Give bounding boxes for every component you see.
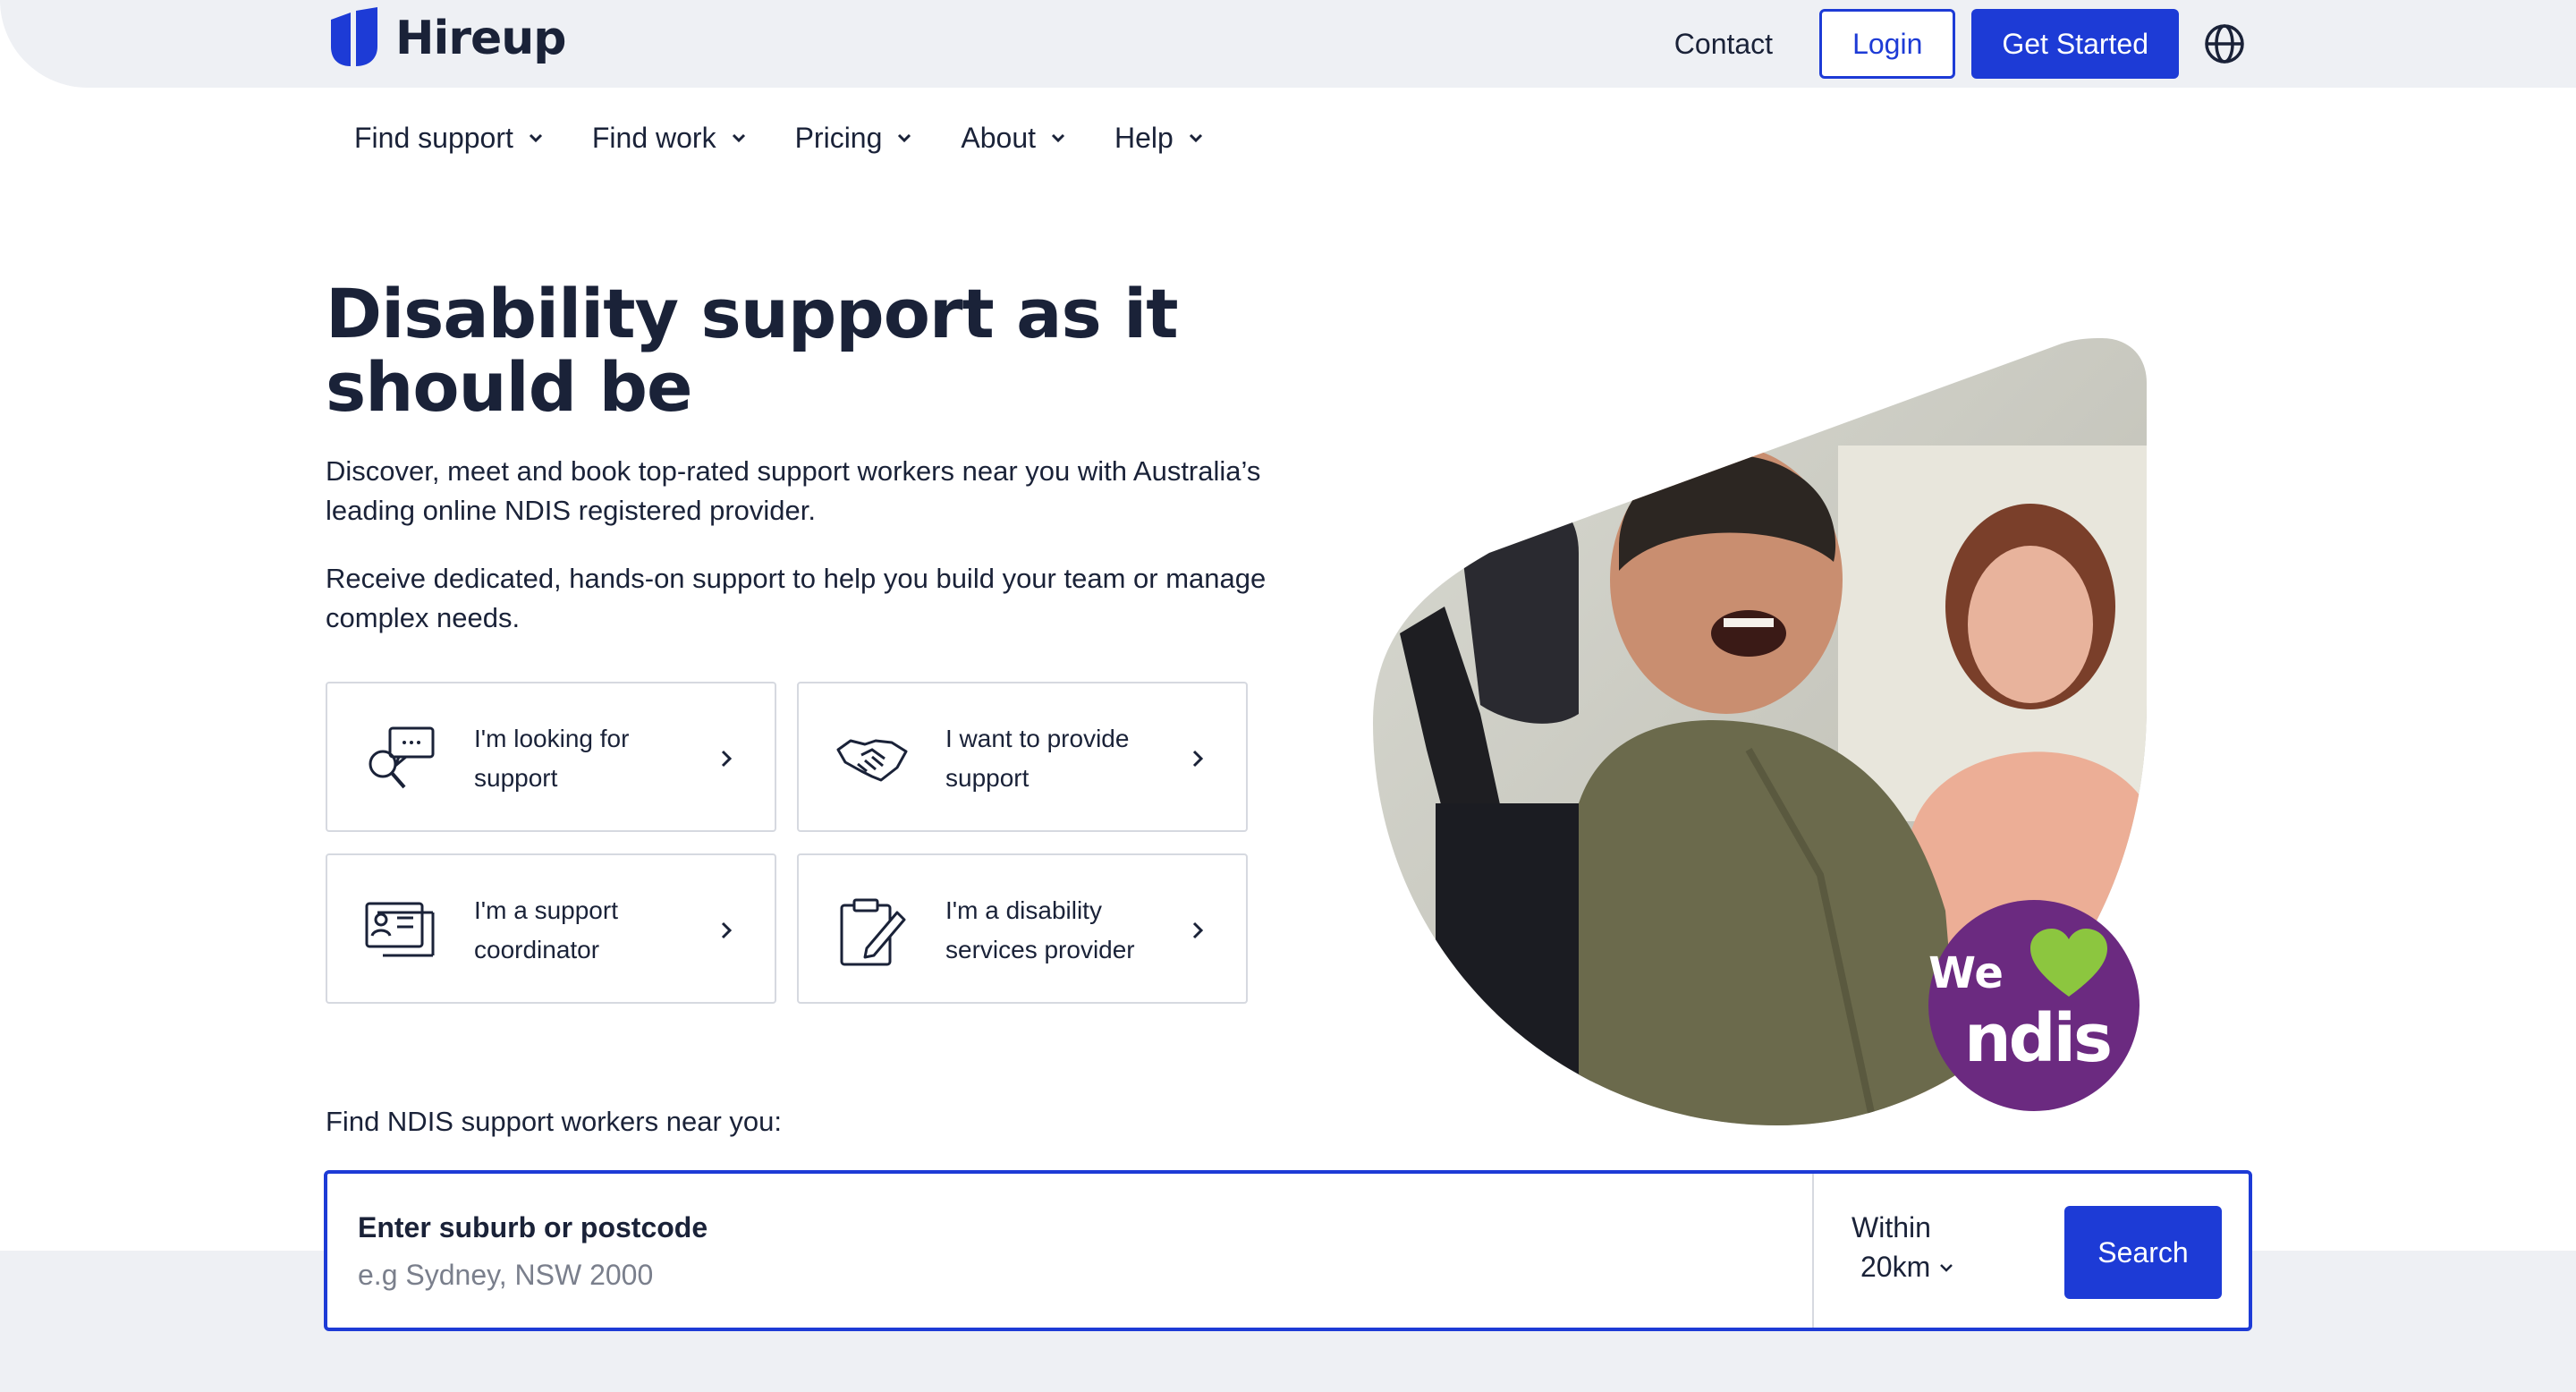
card-label: I'm a support coordinator — [474, 896, 618, 963]
nav-label: About — [961, 121, 1037, 154]
chevron-right-icon — [721, 750, 733, 768]
hireup-logo-icon — [331, 7, 377, 66]
chevron-right-icon — [1192, 921, 1204, 939]
nav-pricing[interactable]: Pricing — [795, 122, 915, 155]
chevron-down-icon — [898, 133, 911, 143]
chevron-right-icon — [721, 921, 733, 939]
chevron-down-icon — [1051, 133, 1065, 143]
search-heading: Find NDIS support workers near you: — [326, 1106, 782, 1137]
header-actions: Contact Login Get Started — [1674, 9, 2245, 79]
card-support-coordinator[interactable]: I'm a support coordinator — [326, 853, 776, 1004]
search-button[interactable]: Search — [2064, 1206, 2222, 1299]
handshake-icon — [836, 739, 908, 782]
hero-paragraph-2: Receive dedicated, hands-on support to h… — [326, 563, 1267, 633]
nav-about[interactable]: About — [961, 122, 1068, 155]
ndis-badge-ndis: ndis — [1964, 1000, 2113, 1077]
nav-label: Find support — [354, 121, 513, 154]
chevron-down-icon — [1189, 133, 1202, 143]
search-divider — [1812, 1174, 1814, 1328]
card-label: I want to provide support — [945, 725, 1130, 792]
nav-label: Help — [1114, 121, 1174, 154]
chevron-right-icon — [1192, 750, 1204, 768]
chevron-down-icon — [1940, 1263, 1953, 1272]
hero-title: Disability support as it should be — [326, 274, 1179, 427]
ndis-badge-we: We — [1928, 948, 2004, 998]
hero-paragraph-1: Discover, meet and book top-rated suppor… — [326, 455, 1261, 526]
clipboard-pen-icon — [840, 898, 906, 966]
card-looking-for-support[interactable]: I'm looking for support — [326, 682, 776, 832]
search-chat-icon — [369, 726, 435, 789]
distance-select[interactable]: 20km — [1860, 1251, 1955, 1284]
chevron-down-icon — [529, 133, 542, 143]
id-card-icon — [365, 902, 435, 957]
globe-icon[interactable] — [2204, 23, 2245, 64]
nav-label: Pricing — [794, 121, 883, 154]
nav-label: Find work — [591, 121, 716, 154]
within-label: Within — [1852, 1211, 1931, 1243]
brand-name: Hireup — [395, 12, 566, 65]
nav-find-support[interactable]: Find support — [354, 122, 546, 155]
chevron-down-icon — [732, 133, 745, 143]
login-button[interactable]: Login — [1819, 9, 1956, 79]
contact-link[interactable]: Contact — [1674, 28, 1773, 61]
nav-find-work[interactable]: Find work — [592, 122, 749, 155]
location-input[interactable] — [358, 1252, 1699, 1297]
location-field-label: Enter suburb or postcode — [358, 1211, 708, 1243]
main-nav: Find support Find work Pricing About Hel… — [354, 111, 1206, 165]
nav-help[interactable]: Help — [1114, 122, 1206, 155]
card-label: I'm a disability services provider — [945, 896, 1135, 963]
heart-icon — [2030, 929, 2107, 997]
search-panel: Enter suburb or postcode Within 20km Sea… — [324, 1170, 2252, 1331]
hireup-logo[interactable]: Hireup — [326, 7, 566, 70]
get-started-button[interactable]: Get Started — [1971, 9, 2179, 79]
card-label: I'm looking for support — [474, 725, 630, 792]
card-provide-support[interactable]: I want to provide support — [797, 682, 1248, 832]
distance-value: 20km — [1860, 1251, 1931, 1283]
card-disability-services-provider[interactable]: I'm a disability services provider — [797, 853, 1248, 1004]
